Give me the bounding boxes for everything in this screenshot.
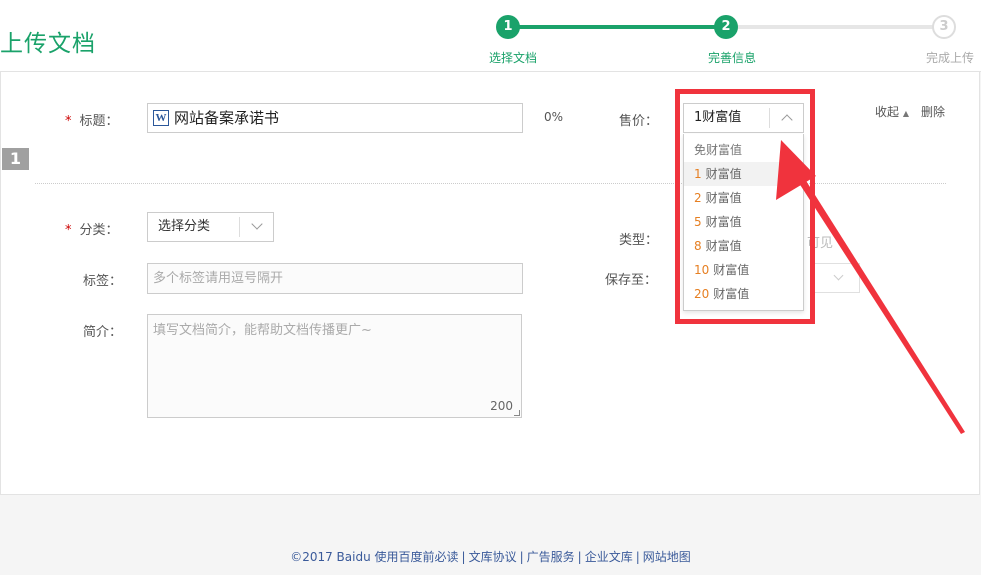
step-2-label: 完善信息 (708, 51, 757, 65)
title-value: 网站备案承诺书 (174, 109, 280, 127)
upload-progress: 0% (544, 110, 564, 124)
step-3-label: 完成上传 (926, 51, 975, 65)
chevron-down-icon (833, 270, 844, 281)
step-1-label: 选择文档 (489, 51, 538, 65)
footer-link[interactable]: 广告服务 (527, 550, 575, 564)
document-number-badge: 1 (2, 148, 29, 170)
intro-placeholder: 填写文档简介，能帮助文档传播更广~ (153, 323, 372, 338)
tags-label: 标签： (83, 274, 123, 289)
required-mark: * (65, 114, 72, 129)
footer-separator: | (461, 550, 466, 564)
title-label: 标题： (79, 114, 119, 129)
footer-link[interactable]: 网站地图 (643, 550, 691, 564)
intro-label: 简介： (83, 325, 123, 340)
footer-separator: | (635, 550, 640, 564)
category-select[interactable]: 选择分类 (147, 212, 274, 242)
footer-link[interactable]: 使用百度前必读 (375, 550, 459, 564)
save-to-label: 保存至： (605, 273, 658, 288)
required-mark: * (65, 223, 72, 238)
footer-separator: | (519, 550, 524, 564)
collapse-link[interactable]: 收起 ▲ (875, 103, 909, 120)
annotation-highlight-box (675, 89, 815, 324)
delete-link[interactable]: 删除 (921, 103, 945, 120)
word-file-icon: W (153, 110, 169, 126)
caret-up-icon: ▲ (902, 109, 909, 118)
progress-steps: 1 选择文档 2 完善信息 3 完成上传 (0, 0, 981, 72)
footer-link[interactable]: 企业文库 (585, 550, 633, 564)
resize-handle-icon[interactable] (514, 410, 520, 416)
category-label-row: * 分类： (65, 219, 119, 238)
price-label: 售价： (619, 114, 659, 129)
collapse-label: 收起 (875, 105, 900, 119)
step-line-todo (726, 25, 944, 29)
document-info-panel: * 标题： W 网站备案承诺书 0% 售价： 收起 ▲ 删除 1 * 分类： 选择分… (0, 72, 980, 495)
tags-input[interactable]: 多个标签请用逗号隔开 (147, 263, 523, 294)
step-2-circle: 2 (714, 15, 738, 39)
title-input[interactable]: W 网站备案承诺书 (147, 103, 523, 133)
category-value: 选择分类 (158, 219, 211, 234)
footer-copyright: ©2017 Baidu (290, 550, 371, 564)
step-1-circle: 1 (496, 15, 520, 39)
footer-link[interactable]: 文库协议 (469, 550, 517, 564)
step-line-done (508, 25, 726, 29)
type-label: 类型： (619, 233, 659, 248)
save-to-select[interactable] (813, 263, 860, 293)
intro-textarea[interactable]: 填写文档简介，能帮助文档传播更广~ 200 (147, 314, 522, 418)
step-3-circle: 3 (932, 15, 956, 39)
footer: ©2017 Baidu 使用百度前必读 | 文库协议 | 广告服务 | 企业文库 | 网站地图 (0, 548, 981, 565)
title-label-row: * 标题： (65, 110, 119, 129)
intro-char-counter: 200 (490, 399, 513, 413)
footer-separator: | (577, 550, 582, 564)
category-label: 分类： (79, 223, 119, 238)
chevron-down-icon (239, 217, 273, 237)
header: 上传文档 1 选择文档 2 完善信息 3 完成上传 (0, 0, 981, 72)
